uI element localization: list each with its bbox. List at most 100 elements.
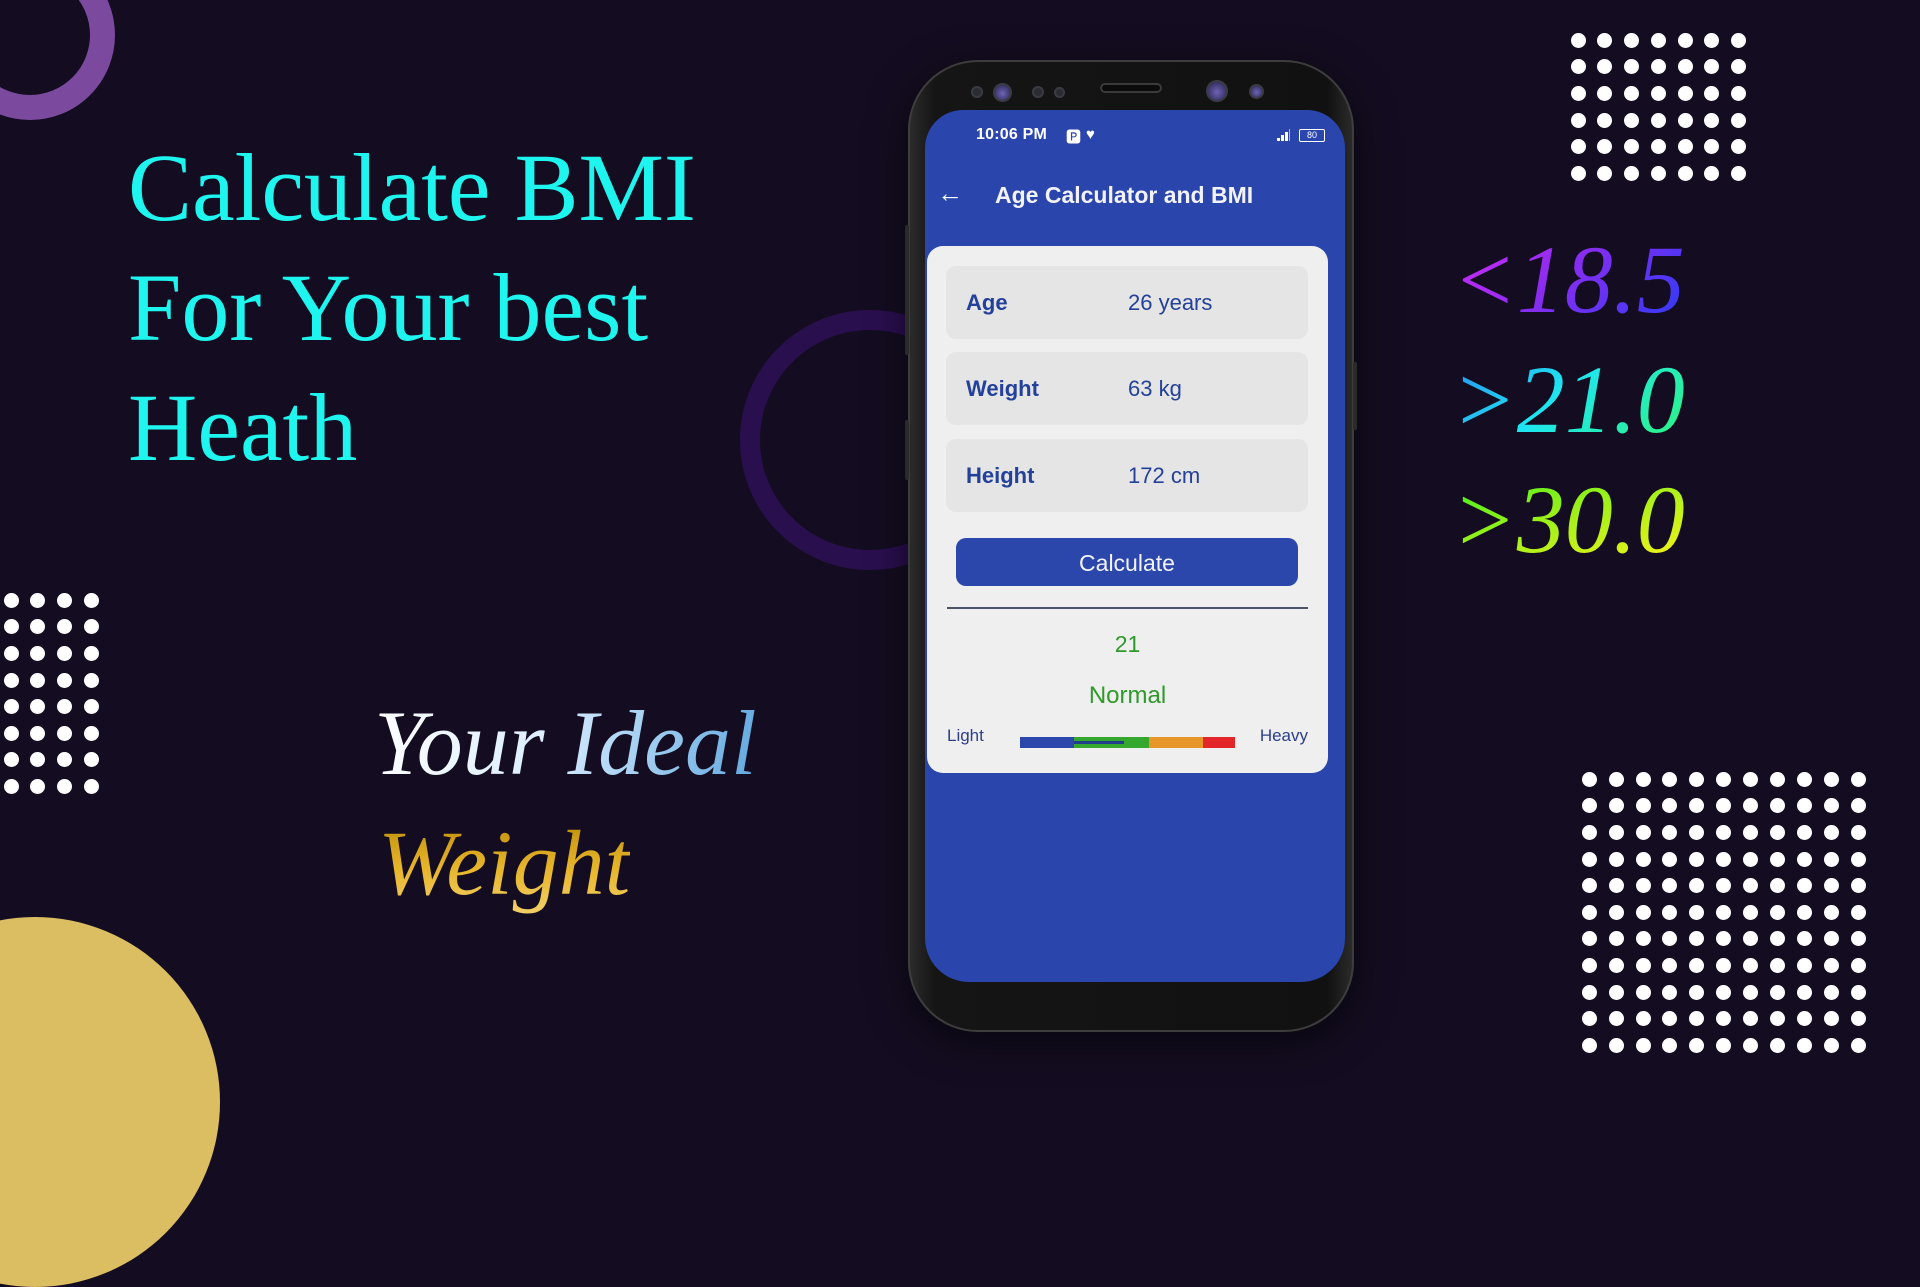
bmi-indicator <box>1073 741 1125 744</box>
decorative-dot <box>1624 85 1640 101</box>
bmi-value: 21 <box>1114 631 1141 657</box>
decorative-dot <box>1823 798 1839 814</box>
decorative-dot <box>1850 904 1866 920</box>
decorative-dot <box>1743 1011 1759 1027</box>
decorative-dot <box>1823 957 1839 973</box>
decorative-dot <box>1581 824 1597 840</box>
decorative-dot <box>1635 957 1651 973</box>
decorative-dot <box>1662 851 1678 867</box>
decorative-dot <box>1689 904 1705 920</box>
decorative-dot <box>1635 798 1651 814</box>
decorative-dot <box>83 645 99 661</box>
decorative-dot <box>1716 878 1732 894</box>
decorative-dot <box>1597 165 1613 181</box>
decorative-dot <box>1650 165 1666 181</box>
decorative-dot <box>1850 931 1866 947</box>
decorative-dot <box>1823 984 1839 1000</box>
decorative-dot <box>1662 931 1678 947</box>
decorative-dot <box>3 645 19 661</box>
sensor-icon <box>1054 87 1065 98</box>
decorative-dot <box>1743 878 1759 894</box>
headline-line-2: For Your best <box>128 254 649 361</box>
decorative-dot <box>1850 984 1866 1000</box>
decorative-dot <box>1716 798 1732 814</box>
headline-line-3: Heath <box>128 374 358 481</box>
decorative-dot <box>83 699 99 715</box>
iris-led-icon <box>1249 84 1264 99</box>
decorative-dot <box>1743 984 1759 1000</box>
decorative-dot <box>1850 878 1866 894</box>
decorative-dot <box>1581 931 1597 947</box>
decorative-dot <box>1635 931 1651 947</box>
decorative-dot <box>1581 984 1597 1000</box>
decorative-dot <box>1704 85 1720 101</box>
decorative-dot <box>1597 139 1613 155</box>
field-row-height[interactable]: Height 172 cm <box>946 439 1308 512</box>
decorative-dot <box>1796 1011 1812 1027</box>
decorative-dot <box>1850 824 1866 840</box>
decorative-dot <box>1770 771 1786 787</box>
decorative-dot <box>1635 904 1651 920</box>
decorative-dot <box>3 778 19 794</box>
sensor-icon <box>971 86 983 98</box>
decorative-dot <box>1581 851 1597 867</box>
status-bar: 10:06 PM 🅿 ♥ 80 <box>925 123 1345 149</box>
decorative-dot <box>1635 1037 1651 1053</box>
decorative-dot <box>30 645 46 661</box>
decorative-dot <box>1608 824 1624 840</box>
dot-grid-top-right <box>1565 27 1752 187</box>
decorative-dot <box>1770 904 1786 920</box>
calculate-button[interactable]: Calculate <box>956 538 1298 586</box>
decorative-dot <box>1677 59 1693 75</box>
decorative-dot <box>1716 1011 1732 1027</box>
decorative-dot <box>1689 824 1705 840</box>
decorative-dot <box>1796 957 1812 973</box>
app-bar: ← Age Calculator and BMI <box>925 170 1345 226</box>
decorative-dot <box>1716 1037 1732 1053</box>
decorative-dot <box>1581 1011 1597 1027</box>
field-row-weight[interactable]: Weight 63 kg <box>946 352 1308 425</box>
decorative-dot <box>1689 878 1705 894</box>
field-value: 26 years <box>1128 290 1213 315</box>
promo-headline: Calculate BMI For Your best Heath <box>128 128 696 488</box>
decorative-dot <box>83 592 99 608</box>
decorative-dot <box>1823 1037 1839 1053</box>
field-row-age[interactable]: Age 26 years <box>946 266 1308 339</box>
decorative-dot <box>1730 139 1746 155</box>
decorative-dot <box>1770 824 1786 840</box>
heart-rate-icon: ♥ <box>1086 126 1095 143</box>
bmi-range-underweight: <18.5 <box>1452 226 1685 333</box>
decorative-dot <box>1650 139 1666 155</box>
tagline-your-ideal: Your Ideal <box>374 692 757 794</box>
decorative-dot <box>1650 32 1666 48</box>
decorative-dot <box>1624 59 1640 75</box>
decorative-dot <box>1716 984 1732 1000</box>
decorative-dot <box>30 592 46 608</box>
bmi-scale-bar <box>1020 737 1235 748</box>
decorative-dot <box>1823 878 1839 894</box>
decorative-dot <box>1581 878 1597 894</box>
decorative-dot <box>1662 984 1678 1000</box>
decorative-dot <box>1716 824 1732 840</box>
decorative-dot <box>1716 771 1732 787</box>
decorative-dot <box>1743 771 1759 787</box>
decorative-dot <box>1677 165 1693 181</box>
scale-min-label: Light <box>947 726 984 745</box>
decorative-dot <box>1597 112 1613 128</box>
decorative-dot <box>57 699 73 715</box>
decorative-dot <box>1608 851 1624 867</box>
decorative-dot <box>1743 931 1759 947</box>
decorative-dot <box>1770 931 1786 947</box>
decorative-dot <box>1770 798 1786 814</box>
decorative-dot <box>1570 165 1586 181</box>
field-label: Height <box>966 463 1035 488</box>
decorative-dot <box>1635 984 1651 1000</box>
decorative-dot <box>1570 59 1586 75</box>
decorative-dot <box>1730 32 1746 48</box>
decorative-dot <box>57 619 73 635</box>
status-time: 10:06 PM <box>976 126 1047 143</box>
decorative-dot <box>1850 957 1866 973</box>
arrow-left-icon[interactable]: ← <box>933 176 967 210</box>
decorative-dot <box>3 672 19 688</box>
decorative-dot <box>1608 771 1624 787</box>
